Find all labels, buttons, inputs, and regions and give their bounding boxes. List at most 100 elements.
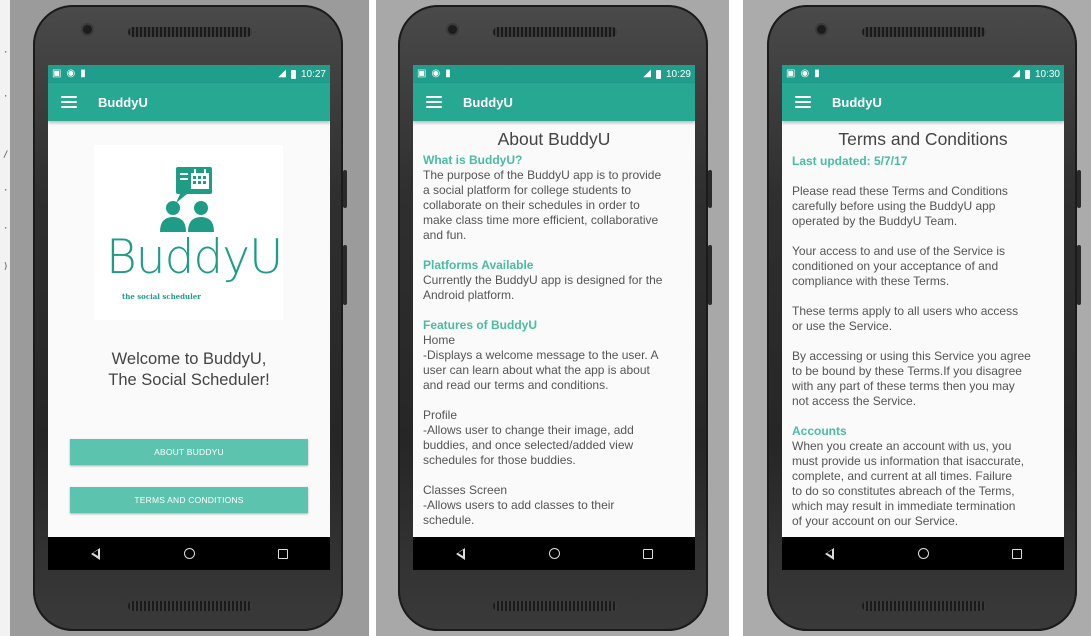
power-button [343, 245, 347, 305]
body-line: schedule. [423, 513, 475, 527]
back-button[interactable] [445, 539, 475, 569]
image-notification-icon: ▣ [52, 68, 62, 79]
last-updated: Last updated: 5/7/17 [792, 154, 908, 168]
bottom-speaker [493, 601, 617, 611]
back-button[interactable] [80, 539, 110, 569]
shield-icon: ◉ [800, 68, 810, 79]
body-line: collaborate on their schedules in order … [423, 198, 640, 212]
home-icon [917, 548, 929, 559]
menu-icon[interactable] [795, 96, 811, 108]
phone-screen: ▣ ◉ ▮ ◢ 10:29 BuddyU About BuddyU What i… [413, 65, 695, 570]
body-line: conditioned on your acceptance of and [792, 259, 999, 273]
home-icon [548, 548, 560, 559]
body-line: to do so constitutes abreach of the Term… [792, 484, 1015, 498]
recents-button[interactable] [1002, 539, 1032, 569]
home-content: BuddyU the social scheduler Welcome to B… [48, 121, 330, 537]
recents-button[interactable] [268, 539, 298, 569]
body-line: operated by the BuddyU Team. [792, 214, 958, 228]
phone-screen: ▣ ◉ ▮ ◢ 10:30 BuddyU Terms and Condition… [782, 65, 1064, 570]
body-line: make class time more efficient, collabor… [423, 213, 659, 227]
phone-frame: ▣ ◉ ▮ ◢ 10:30 BuddyU Terms and Condition… [767, 5, 1081, 631]
app-bar: BuddyU [413, 83, 695, 121]
body-line: not access the Service. [792, 394, 917, 408]
section-heading: What is BuddyU? [423, 153, 523, 167]
back-icon [90, 547, 100, 560]
shield-icon: ◉ [431, 68, 441, 79]
body-line: with any part of these terms then you ma… [792, 379, 1015, 393]
battery-icon [290, 69, 296, 79]
body-line: must provide us information that isaccur… [792, 454, 1025, 468]
volume-button [343, 170, 347, 208]
section-heading: Features of BuddyU [423, 318, 538, 332]
body-line: When you create an account with us, you [792, 439, 1012, 453]
body-line: to be bound by these Terms.If you disagr… [792, 364, 1022, 378]
signal-icon: ◢ [1012, 68, 1020, 79]
home-button[interactable] [908, 539, 938, 569]
about-article: What is BuddyU? The purpose of the Buddy… [423, 153, 687, 528]
body-line: or use the Service. [792, 319, 893, 333]
app-bar: BuddyU [782, 83, 1064, 121]
home-icon [183, 548, 195, 559]
image-notification-icon: ▣ [786, 68, 796, 79]
body-line: compliance with these Terms. [792, 274, 950, 288]
body-line: Classes Screen [423, 483, 508, 497]
power-button [708, 245, 712, 305]
navigation-bar [413, 537, 695, 570]
terms-content[interactable]: Terms and Conditions Last updated: 5/7/1… [782, 121, 1064, 537]
status-time: 10:29 [665, 68, 691, 80]
signal-icon: ◢ [278, 68, 286, 79]
volume-button [708, 170, 712, 208]
body-line: Currently the BuddyU app is designed for… [423, 273, 663, 287]
phone-screen: ▣ ◉ ▮ ◢ 10:27 BuddyU BuddyU the social s… [48, 65, 330, 570]
menu-icon[interactable] [61, 96, 77, 108]
bottom-speaker [128, 601, 252, 611]
buddyu-logo: BuddyU the social scheduler [94, 145, 283, 320]
body-line: By accessing or using this Service you a… [792, 349, 1031, 363]
front-camera [817, 25, 826, 34]
body-line: which may result in immediate terminatio… [792, 499, 1016, 513]
recents-button[interactable] [633, 539, 663, 569]
android-debug-icon: ▮ [814, 68, 820, 79]
phone-frame: ▣ ◉ ▮ ◢ 10:29 BuddyU About BuddyU What i… [398, 5, 712, 631]
home-button[interactable] [539, 539, 569, 569]
volume-button [1077, 170, 1081, 208]
phone-frame: ▣ ◉ ▮ ◢ 10:27 BuddyU BuddyU the social s… [33, 5, 347, 631]
section-heading: Accounts [792, 424, 847, 438]
page-title: Terms and Conditions [838, 129, 1008, 149]
body-line: user can learn about what the app is abo… [423, 363, 650, 377]
welcome-line: Welcome to BuddyU, [111, 350, 267, 368]
navigation-bar [48, 537, 330, 570]
screenshot-home: · · / · ·) ▣ ◉ ▮ ◢ 10:27 BuddyU BuddyU t… [0, 0, 369, 636]
body-line: schedules for those buddies. [423, 453, 576, 467]
power-button [1077, 245, 1081, 305]
logo-wordmark: BuddyU [106, 230, 283, 285]
menu-icon[interactable] [426, 96, 442, 108]
top-speaker [862, 27, 986, 37]
body-line: -Allows user to change their image, add [423, 423, 634, 437]
front-camera [83, 25, 92, 34]
body-line: Your access to and use of the Service is [792, 244, 1006, 258]
body-line: buddies, and once selected/added view [423, 438, 634, 452]
status-bar: ▣ ◉ ▮ ◢ 10:29 [413, 65, 695, 83]
navigation-bar [782, 537, 1064, 570]
recents-icon [1012, 548, 1022, 559]
terms-and-conditions-button[interactable]: TERMS AND CONDITIONS [70, 487, 308, 513]
body-line: The purpose of the BuddyU app is to prov… [423, 168, 662, 182]
app-title: BuddyU [98, 94, 148, 110]
body-line: and fun. [423, 228, 467, 242]
status-bar: ▣ ◉ ▮ ◢ 10:27 [48, 65, 330, 83]
android-debug-icon: ▮ [80, 68, 86, 79]
welcome-line: The Social Scheduler! [108, 371, 270, 389]
back-button[interactable] [814, 539, 844, 569]
battery-icon [655, 69, 661, 79]
status-bar: ▣ ◉ ▮ ◢ 10:30 [782, 65, 1064, 83]
logo-tagline: the social scheduler [122, 292, 201, 301]
home-button[interactable] [174, 539, 204, 569]
body-line: carefully before using the BuddyU app [792, 199, 996, 213]
app-bar: BuddyU [48, 83, 330, 121]
recents-icon [278, 548, 288, 559]
top-speaker [128, 27, 252, 37]
about-buddyu-button[interactable]: ABOUT BUDDYU [70, 439, 308, 465]
about-content[interactable]: About BuddyU What is BuddyU? The purpose… [413, 121, 695, 537]
body-line: Android platform. [423, 288, 515, 302]
